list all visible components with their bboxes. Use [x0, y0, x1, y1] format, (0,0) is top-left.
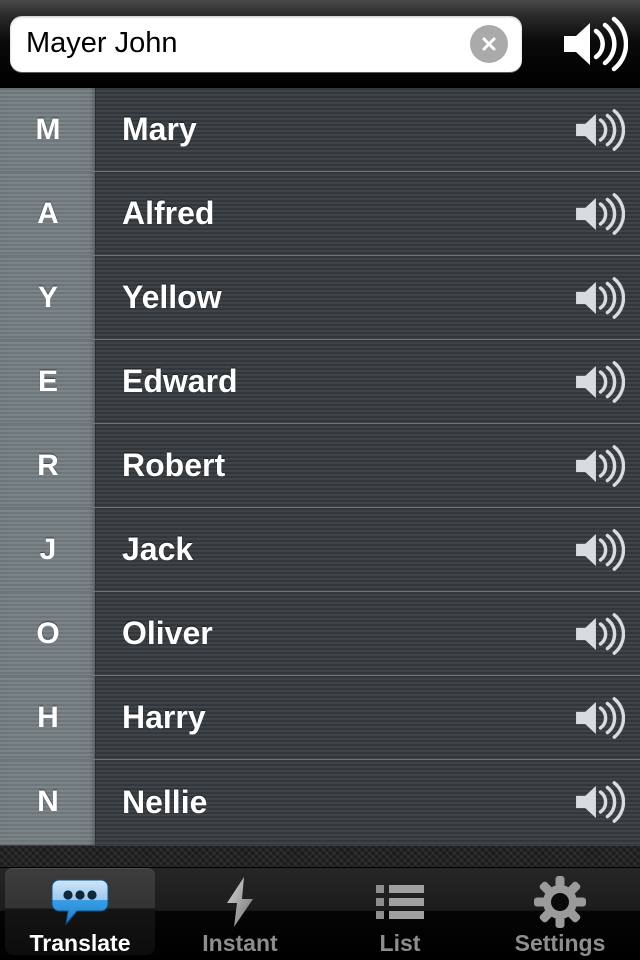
- table-row[interactable]: O Oliver: [0, 592, 640, 676]
- row-word: Yellow: [122, 279, 222, 315]
- table-row[interactable]: R Robert: [0, 424, 640, 508]
- close-circle-icon[interactable]: [470, 24, 508, 63]
- list-icon: [375, 876, 425, 928]
- table-row[interactable]: A Alfred: [0, 172, 640, 256]
- speaker-icon: [576, 528, 625, 571]
- row-letter: Y: [37, 280, 58, 314]
- table-row[interactable]: M Mary: [0, 88, 640, 172]
- row-word: Edward: [122, 363, 238, 399]
- row-letter: R: [37, 448, 59, 482]
- speaker-icon: [576, 612, 625, 655]
- row-letter: E: [37, 364, 58, 398]
- tab-label: Settings: [514, 930, 606, 956]
- search-bar: [0, 0, 640, 88]
- row-letter: J: [39, 532, 57, 566]
- row-speak-button[interactable]: [559, 276, 639, 320]
- row-letter: H: [37, 700, 59, 734]
- row-speak-button[interactable]: [559, 528, 639, 572]
- lightning-bolt-icon: [227, 877, 253, 927]
- close-icon-glyph: [482, 37, 496, 50]
- row-speak-button[interactable]: [559, 612, 639, 656]
- row-speak-button[interactable]: [559, 696, 639, 740]
- row-word: Mary: [122, 111, 197, 147]
- word-list[interactable]: M Mary A Alfred Y Yellow E Edward R Robert J Jack O O…: [0, 88, 640, 845]
- gear-icon: [534, 876, 586, 928]
- row-word: Oliver: [122, 615, 213, 651]
- row-letter: M: [35, 112, 61, 146]
- speaker-icon: [576, 276, 625, 319]
- tab-settings[interactable]: Settings: [480, 868, 640, 960]
- tab-label: Translate: [29, 930, 131, 956]
- table-row[interactable]: E Edward: [0, 340, 640, 424]
- tab-label: Instant: [202, 930, 278, 956]
- tab-instant[interactable]: Instant: [160, 868, 320, 960]
- row-speak-button[interactable]: [559, 780, 639, 824]
- row-letter: A: [37, 196, 59, 230]
- speaker-icon: [576, 696, 625, 739]
- table-row[interactable]: Y Yellow: [0, 256, 640, 340]
- search-input[interactable]: [10, 15, 522, 72]
- speaker-icon: [576, 781, 625, 823]
- row-word: Jack: [122, 531, 194, 567]
- gear-icon: [534, 876, 586, 928]
- table-row[interactable]: J Jack: [0, 508, 640, 592]
- tab-list[interactable]: List: [320, 868, 480, 960]
- list-icon: [376, 885, 424, 919]
- row-word: Robert: [122, 447, 226, 483]
- row-speak-button[interactable]: [559, 444, 639, 488]
- speaker-icon: [576, 444, 625, 487]
- tab-bar: Translate Instant List Settings: [0, 868, 640, 960]
- app-root: MMaryAAlfredYYellowEEdwardRRobertJJackOO…: [0, 0, 640, 960]
- speech-bubble-icon: [51, 879, 109, 926]
- row-word: Nellie: [122, 783, 208, 820]
- row-speak-button[interactable]: [559, 192, 639, 236]
- speaker-icon: [576, 108, 625, 151]
- table-row[interactable]: H Harry: [0, 676, 640, 760]
- speaker-icon: [576, 360, 625, 403]
- row-letter: O: [36, 616, 60, 650]
- tab-label: List: [379, 930, 421, 956]
- row-speak-button[interactable]: [559, 108, 639, 152]
- search-field-container[interactable]: [10, 15, 522, 72]
- speak-source-button[interactable]: [556, 13, 632, 75]
- row-speak-button[interactable]: [559, 360, 639, 404]
- table-row[interactable]: N Nellie: [0, 760, 640, 844]
- toolbar-texture-divider: [0, 845, 640, 868]
- lightning-bolt-icon: [223, 876, 257, 928]
- row-word: Harry: [122, 699, 206, 735]
- tab-translate[interactable]: Translate: [0, 868, 160, 960]
- word-list-rows: M Mary A Alfred Y Yellow E Edward R Robert J Jack O O…: [0, 88, 640, 844]
- speaker-icon: [564, 16, 628, 71]
- speech-bubble-icon: [51, 876, 109, 928]
- row-word: Alfred: [122, 195, 215, 231]
- speaker-icon: [576, 192, 625, 235]
- row-letter: N: [37, 785, 59, 818]
